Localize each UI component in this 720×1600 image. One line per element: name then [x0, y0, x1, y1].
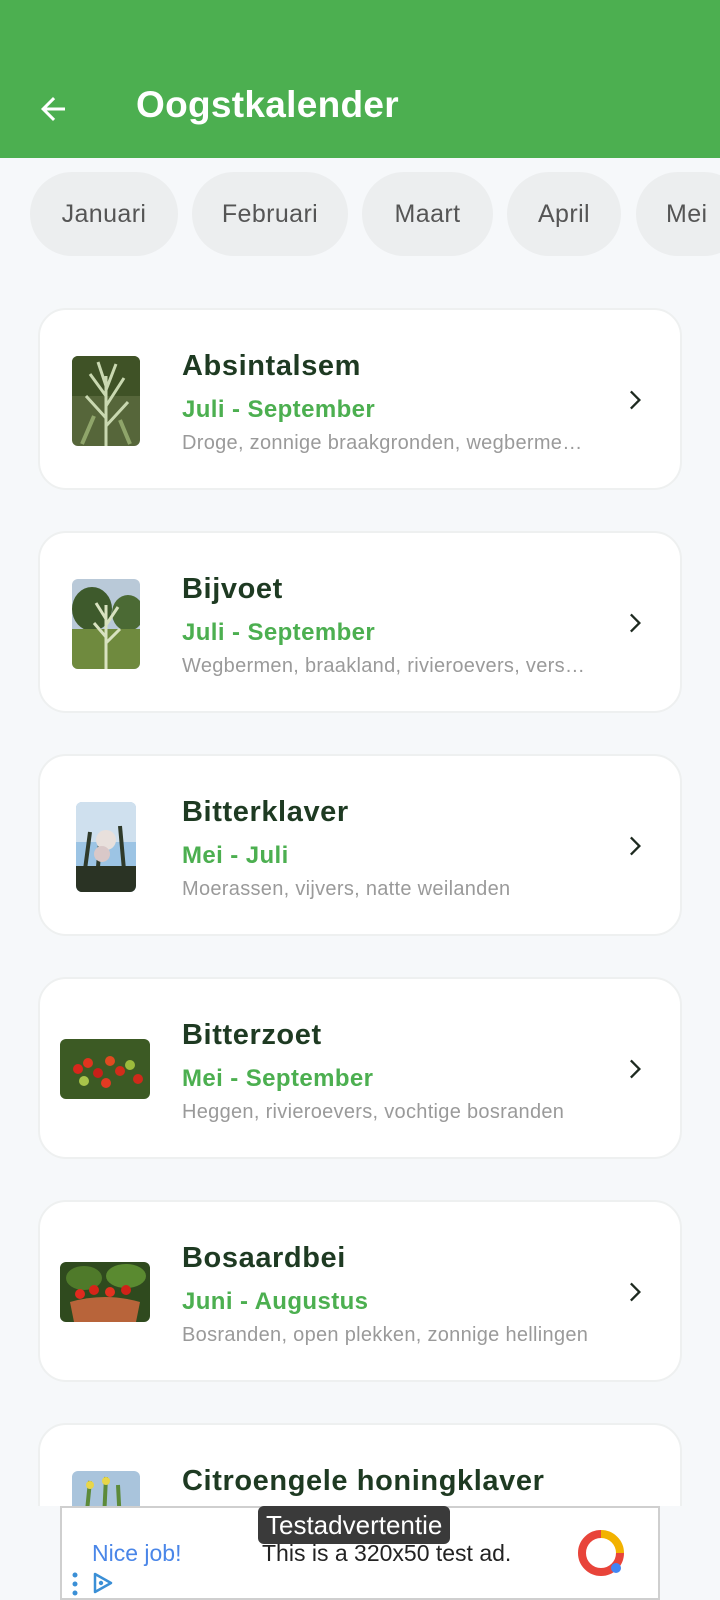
plant-name: Absintalsem	[182, 350, 362, 382]
plant-name: Bijvoet	[182, 573, 283, 605]
month-chip-april[interactable]: April	[507, 172, 621, 256]
chevron-right-icon	[630, 836, 641, 856]
plant-card-bijvoet[interactable]: Bijvoet Juli - September Wegbermen, braa…	[38, 531, 682, 713]
page-title: Oogstkalender	[136, 84, 399, 125]
app-bar: Oogstkalender	[0, 0, 720, 158]
back-button[interactable]	[28, 84, 78, 134]
plant-image	[72, 579, 140, 669]
plant-habitat: Heggen, rivieroevers, vochtige bosranden	[182, 1101, 565, 1123]
plant-image	[76, 802, 136, 892]
chevron-right-icon	[630, 390, 641, 410]
test-ad-badge: Testadvertentie	[258, 1506, 451, 1544]
ad-text: This is a 320x50 test ad.	[262, 1540, 512, 1566]
plant-name: Citroengele honingklaver	[182, 1465, 545, 1497]
ad-logo-icon	[578, 1530, 624, 1576]
adchoices-icon[interactable]	[92, 1572, 114, 1594]
plant-image	[72, 1471, 140, 1506]
plant-name: Bitterzoet	[182, 1019, 322, 1051]
plant-image	[60, 1039, 150, 1099]
harvest-period: Juni - Augustus	[182, 1288, 369, 1315]
plant-habitat: Bosranden, open plekken, zonnige helling…	[182, 1324, 589, 1346]
month-filter-bar[interactable]: Januari Februari Maart April Mei	[0, 172, 720, 258]
plant-card-bosaardbei[interactable]: Bosaardbei Juni - Augustus Bosranden, op…	[38, 1200, 682, 1382]
chevron-right-icon	[630, 1059, 641, 1079]
plant-card-absintalsem[interactable]: Absintalsem Juli - September Droge, zonn…	[38, 308, 682, 490]
harvest-period: Juli - September	[182, 619, 376, 646]
month-chip-januari[interactable]: Januari	[30, 172, 178, 256]
list-clip: Citroengele honingklaver	[0, 1400, 720, 1506]
plant-image	[72, 356, 140, 446]
harvest-period: Mei - Juli	[182, 842, 289, 869]
more-options-icon[interactable]	[70, 1572, 80, 1596]
plant-card-citroengele-honingklaver[interactable]: Citroengele honingklaver	[38, 1423, 682, 1506]
plant-habitat: Wegbermen, braakland, rivieroevers, vers…	[182, 655, 590, 677]
plant-image	[60, 1262, 150, 1322]
harvest-period: Juli - September	[182, 396, 376, 423]
chevron-right-icon	[630, 1282, 641, 1302]
arrow-left-icon	[41, 97, 65, 121]
plant-habitat: Moerassen, vijvers, natte weilanden	[182, 878, 511, 900]
harvest-period: Mei - September	[182, 1065, 374, 1092]
month-chip-februari[interactable]: Februari	[192, 172, 348, 256]
plant-card-bitterzoet[interactable]: Bitterzoet Mei - September Heggen, rivie…	[38, 977, 682, 1159]
plant-card-bitterklaver[interactable]: Bitterklaver Mei - Juli Moerassen, vijve…	[38, 754, 682, 936]
plant-habitat: Droge, zonnige braakgronden, wegbermen, …	[182, 432, 590, 454]
ad-headline: Nice job!	[92, 1540, 182, 1566]
plant-name: Bitterklaver	[182, 796, 349, 828]
plant-name: Bosaardbei	[182, 1242, 346, 1274]
month-chip-mei[interactable]: Mei	[636, 172, 720, 256]
chevron-right-icon	[630, 613, 641, 633]
month-chip-maart[interactable]: Maart	[362, 172, 493, 256]
